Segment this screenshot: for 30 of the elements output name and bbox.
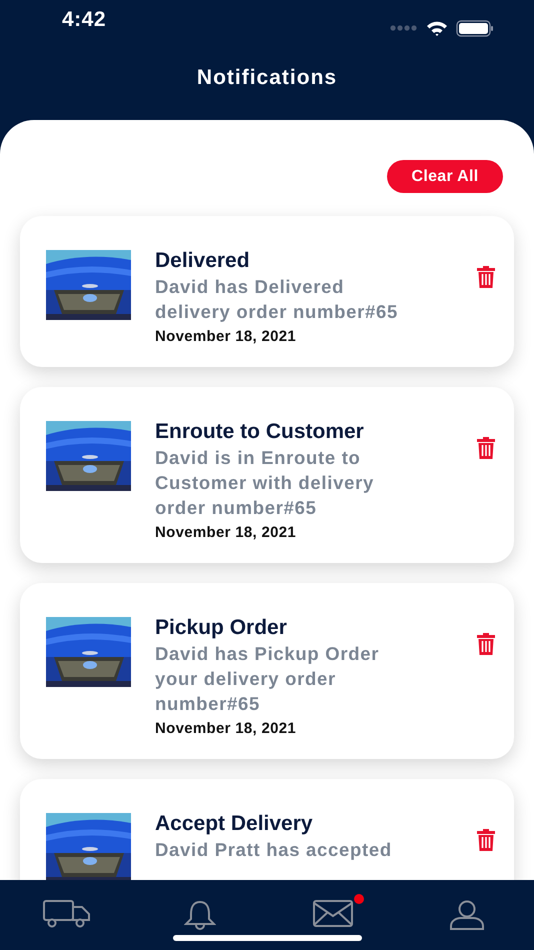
notification-card[interactable]: Enroute to Customer David is in Enroute to Customer with delivery order number#65 November 18, 2021 (20, 387, 514, 563)
battery-icon (456, 20, 494, 36)
delete-icon[interactable] (476, 633, 496, 655)
notification-card[interactable]: Pickup Order David has Pickup Order your delivery order number#65 November 18, 2021 (20, 583, 514, 759)
notification-message: David Pratt has accepted (155, 838, 393, 862)
notification-message: David has Delivered delivery order number#65 (155, 275, 400, 324)
bell-icon[interactable] (184, 900, 216, 930)
delete-icon[interactable] (476, 437, 496, 459)
notification-date: November 18, 2021 (155, 524, 298, 541)
truck-icon[interactable] (42, 900, 91, 928)
notification-date: November 18, 2021 (155, 328, 298, 345)
notification-card[interactable]: Accept Delivery David Pratt has accepted (20, 779, 514, 880)
notification-message: David is in Enroute to Customer with delivery order number#65 (155, 446, 375, 520)
delete-icon[interactable] (476, 266, 496, 288)
clear-all-button[interactable]: Clear All (387, 160, 503, 193)
notification-title: Delivered (155, 248, 251, 274)
mail-icon[interactable] (312, 900, 355, 928)
delete-icon[interactable] (476, 829, 496, 851)
notification-message: David has Pickup Order your delivery order number#65 (155, 642, 380, 716)
notification-title: Pickup Order (155, 615, 288, 641)
status-time: 4:42 (62, 8, 106, 33)
notification-date: November 18, 2021 (155, 720, 298, 737)
notification-title: Enroute to Customer (155, 419, 365, 445)
page-title: Notifications (196, 66, 338, 90)
profile-icon[interactable] (449, 900, 486, 930)
wifi-icon (426, 20, 448, 36)
notification-title: Accept Delivery (155, 811, 314, 837)
notification-dot (354, 894, 364, 904)
notification-card[interactable]: Delivered David has Delivered delivery order number#65 November 18, 2021 (20, 216, 514, 367)
signal-icon (390, 25, 418, 31)
